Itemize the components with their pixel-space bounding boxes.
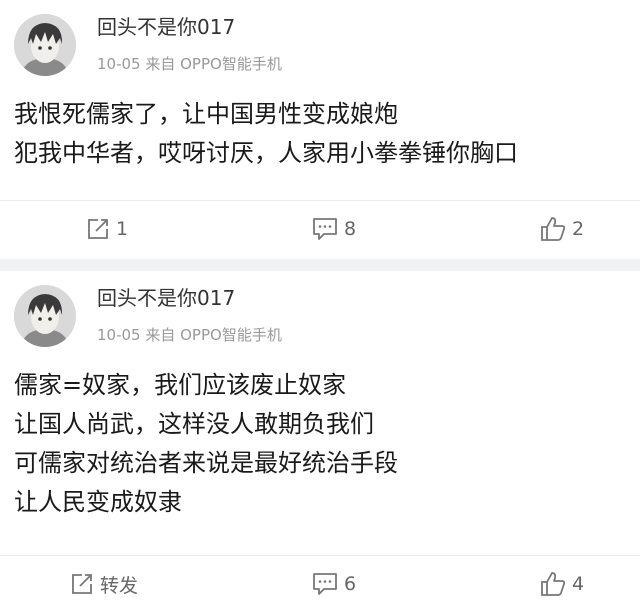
repost-icon (88, 219, 108, 239)
comment-count: 6 (344, 573, 357, 595)
repost-button[interactable]: 1 (86, 216, 128, 242)
like-count: 2 (572, 218, 585, 240)
post-meta: 10-05 来自 OPPO智能手机 (97, 55, 282, 73)
comment-icon (313, 573, 337, 595)
comment-count: 8 (344, 218, 357, 240)
avatar-image (14, 285, 76, 347)
avatar[interactable] (14, 285, 76, 347)
username[interactable]: 回头不是你017 (97, 285, 235, 311)
like-icon (541, 572, 566, 596)
avatar-image (14, 14, 76, 76)
post-meta: 10-05 来自 OPPO智能手机 (97, 326, 282, 344)
weibo-post-2: 回头不是你017 10-05 来自 OPPO智能手机 儒家=奴家，我们应该废止奴… (0, 271, 640, 614)
post-actions: 1 8 2 (0, 200, 640, 259)
comment-button[interactable]: 8 (312, 216, 356, 242)
content-line: 可儒家对统治者来说是最好统治手段 (14, 449, 398, 477)
like-button[interactable]: 2 (540, 216, 584, 242)
repost-count: 1 (116, 218, 129, 240)
repost-button[interactable]: 转发 (70, 571, 138, 597)
comment-button[interactable]: 6 (312, 571, 356, 597)
content-line: 让国人尚武，这样没人敢期负我们 (14, 410, 374, 438)
username[interactable]: 回头不是你017 (97, 14, 235, 40)
content-line: 儒家=奴家，我们应该废止奴家 (14, 371, 347, 399)
content-line: 犯我中华者，哎呀讨厌，人家用小拳拳锤你胸口 (14, 139, 518, 167)
repost-label: 转发 (100, 574, 139, 597)
content-line: 我恨死儒家了，让中国男性变成娘炮 (14, 100, 398, 128)
like-icon (541, 217, 566, 241)
post-content: 儒家=奴家，我们应该废止奴家 让国人尚武，这样没人敢期负我们 可儒家对统治者来说… (14, 366, 630, 522)
avatar[interactable] (14, 14, 76, 76)
like-button[interactable]: 4 (540, 571, 584, 597)
comment-icon (313, 218, 337, 240)
weibo-post-1: 回头不是你017 10-05 来自 OPPO智能手机 我恨死儒家了，让中国男性变… (0, 0, 640, 259)
repost-icon (72, 574, 92, 594)
post-actions: 转发 6 4 (0, 555, 640, 614)
content-line: 让人民变成奴隶 (14, 488, 182, 516)
like-count: 4 (572, 573, 585, 595)
post-divider (0, 259, 640, 271)
post-content: 我恨死儒家了，让中国男性变成娘炮 犯我中华者，哎呀讨厌，人家用小拳拳锤你胸口 (14, 95, 630, 173)
